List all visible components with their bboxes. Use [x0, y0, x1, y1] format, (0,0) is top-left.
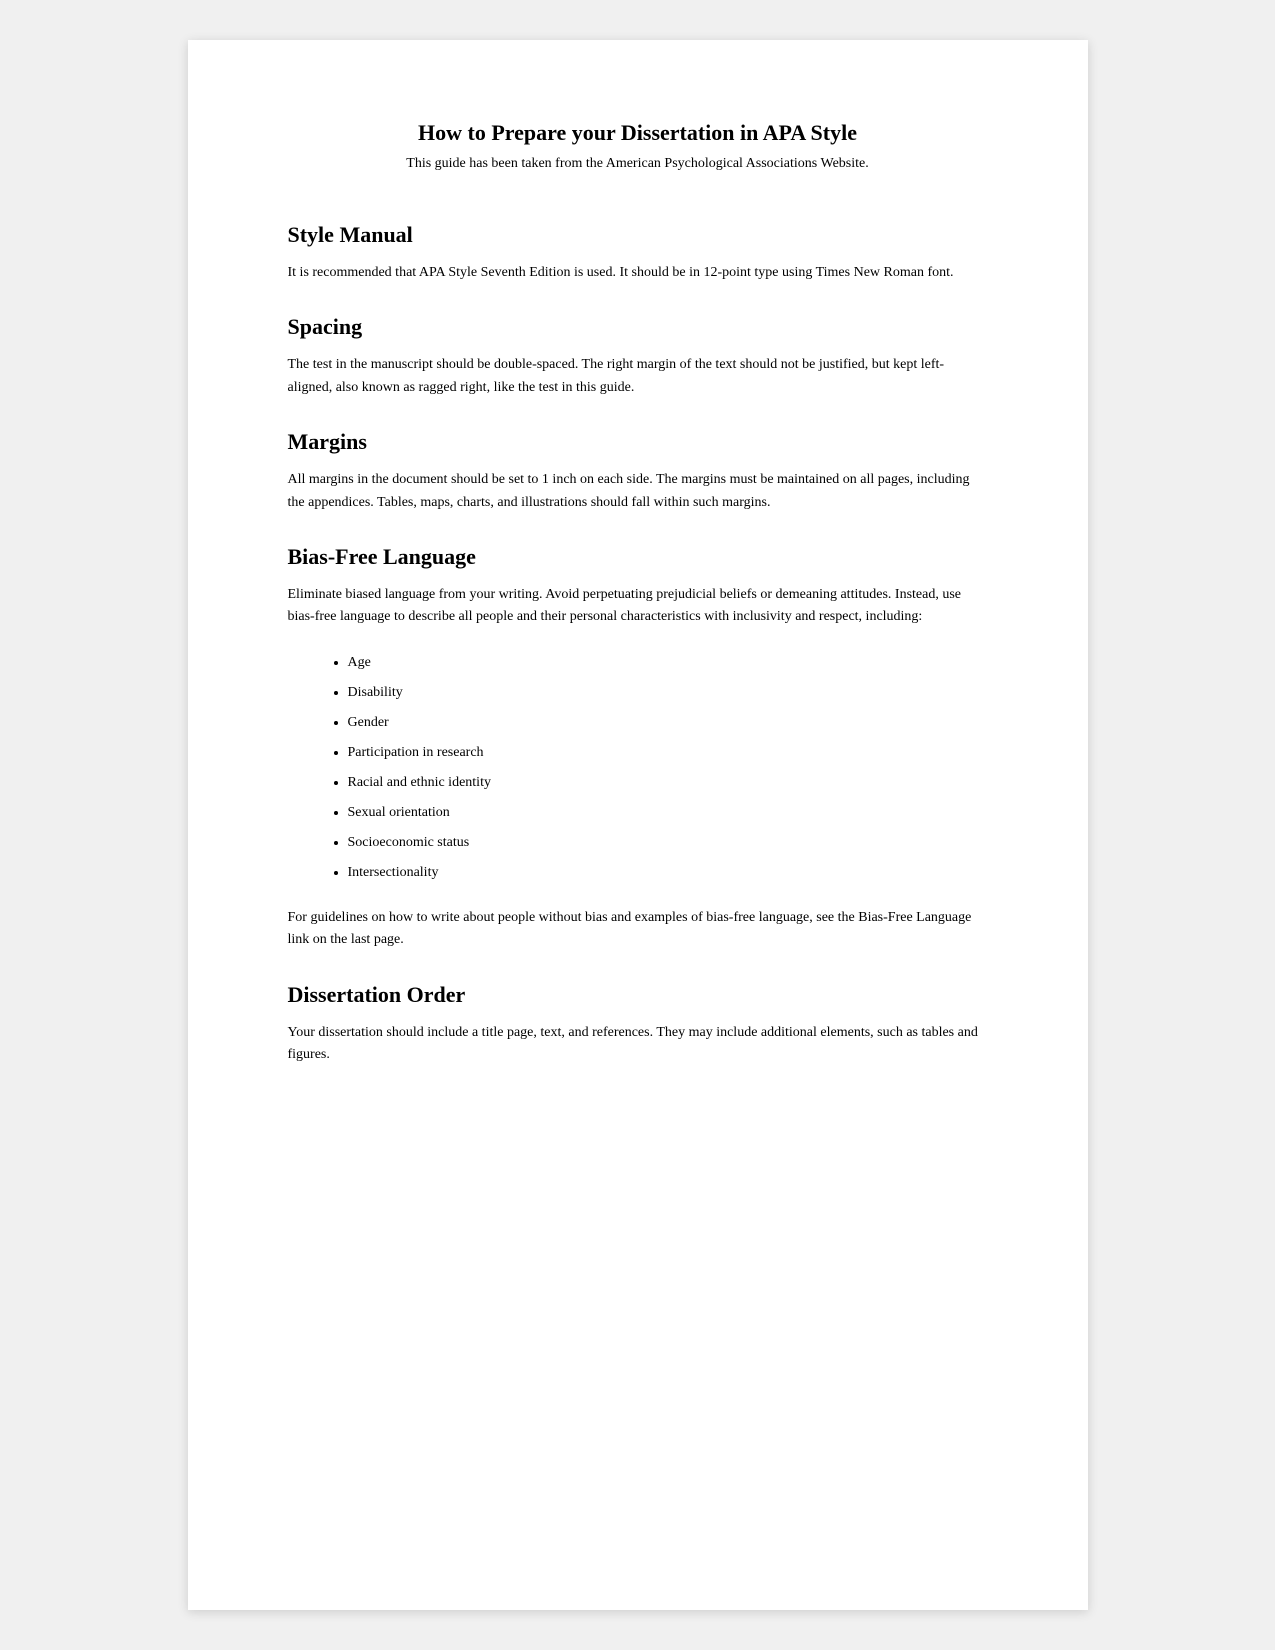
- section-body-margins: All margins in the document should be se…: [288, 469, 988, 514]
- section-spacing: Spacing The test in the manuscript shoul…: [288, 314, 988, 399]
- section-heading-style-manual: Style Manual: [288, 222, 988, 248]
- list-item: Participation in research: [348, 739, 988, 767]
- section-body-dissertation-order: Your dissertation should include a title…: [288, 1022, 988, 1067]
- section-dissertation-order: Dissertation Order Your dissertation sho…: [288, 982, 988, 1067]
- section-heading-dissertation-order: Dissertation Order: [288, 982, 988, 1008]
- section-heading-margins: Margins: [288, 429, 988, 455]
- list-item: Intersectionality: [348, 859, 988, 887]
- list-item: Disability: [348, 679, 988, 707]
- page-title: How to Prepare your Dissertation in APA …: [288, 120, 988, 146]
- list-item: Age: [348, 649, 988, 677]
- list-item: Socioeconomic status: [348, 829, 988, 857]
- section-margins: Margins All margins in the document shou…: [288, 429, 988, 514]
- list-item: Sexual orientation: [348, 799, 988, 827]
- section-heading-bias-free: Bias-Free Language: [288, 544, 988, 570]
- section-bias-free: Bias-Free Language Eliminate biased lang…: [288, 544, 988, 952]
- bias-free-list: Age Disability Gender Participation in r…: [348, 649, 988, 887]
- list-item: Racial and ethnic identity: [348, 769, 988, 797]
- section-body-bias-free-outro: For guidelines on how to write about peo…: [288, 907, 988, 952]
- section-body-bias-free-intro: Eliminate biased language from your writ…: [288, 584, 988, 629]
- section-heading-spacing: Spacing: [288, 314, 988, 340]
- list-item: Gender: [348, 709, 988, 737]
- section-body-style-manual: It is recommended that APA Style Seventh…: [288, 262, 988, 284]
- document-page: How to Prepare your Dissertation in APA …: [188, 40, 1088, 1610]
- page-subtitle: This guide has been taken from the Ameri…: [288, 156, 988, 172]
- section-style-manual: Style Manual It is recommended that APA …: [288, 222, 988, 284]
- section-body-spacing: The test in the manuscript should be dou…: [288, 354, 988, 399]
